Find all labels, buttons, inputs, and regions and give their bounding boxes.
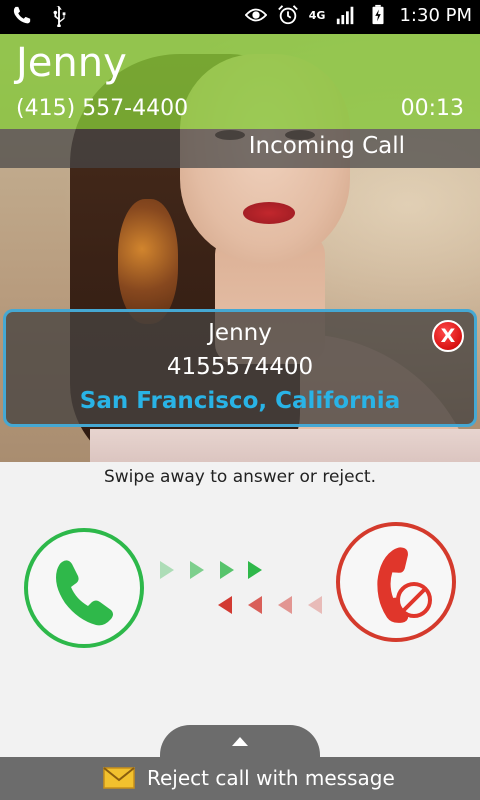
reject-arrow [248,596,262,614]
reject-arrow [308,596,322,614]
swipe-hint: Swipe away to answer or reject. [103,467,377,487]
answer-arrow [160,561,174,579]
reject-arrow [278,596,292,614]
reject-arrow [218,596,232,614]
phone-icon [13,6,31,24]
battery-icon [372,4,384,25]
answer-arrow [248,561,262,579]
answer-button[interactable] [24,528,144,648]
call-timer: 00:13 [400,96,464,121]
chevron-up-icon [232,737,248,746]
reject-message-drawer-handle[interactable] [160,725,320,759]
photo-dress [90,429,480,462]
caller-number: (415) 557-4400 [16,96,189,121]
call-status-label: Incoming Call [248,133,405,159]
reject-button[interactable] [336,522,456,642]
card-caller-number: 4155574400 [166,354,314,380]
network-type: 4G [308,8,326,22]
answer-phone-icon [56,560,113,626]
alarm-icon [277,5,298,25]
caller-info-card: Jenny 4155574400 San Francisco, Californ… [3,309,477,427]
caller-header: Jenny (415) 557-4400 00:13 [0,34,480,129]
photo-lips [243,202,295,224]
call-status-bar: Incoming Call [0,129,480,168]
answer-arrow [220,561,234,579]
card-caller-location: San Francisco, California [79,388,401,414]
eye-icon [244,8,267,22]
status-bar: 4G 1:30 PM [0,0,480,34]
close-icon[interactable]: X [432,320,464,352]
answer-arrow [190,561,204,579]
photo-earring [118,199,178,324]
reject-message-label: Reject call with message [147,766,395,790]
card-caller-name: Jenny [208,320,272,346]
usb-icon [53,5,66,27]
signal-icon [337,6,354,25]
caller-name: Jenny [16,40,127,86]
status-time: 1:30 PM [399,4,472,26]
reject-phone-icon [377,547,432,623]
reject-message-drawer[interactable]: Reject call with message [0,757,480,800]
envelope-icon [103,767,135,789]
